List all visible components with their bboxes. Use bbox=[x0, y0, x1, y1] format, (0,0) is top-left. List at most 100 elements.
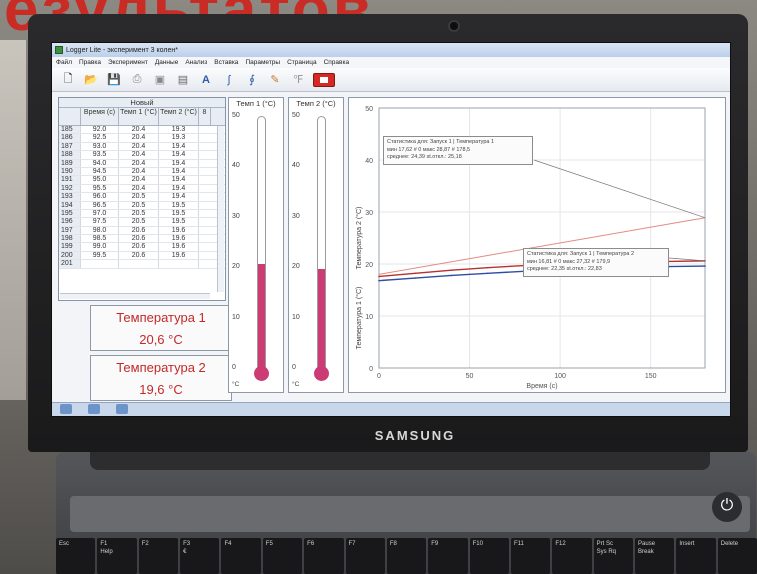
autoscale-icon[interactable]: A bbox=[198, 72, 214, 88]
table-header: Время (с) Темп 1 (°C) Темп 2 (°C) 8 bbox=[59, 108, 225, 126]
menu-file[interactable]: Файл bbox=[56, 59, 72, 66]
save-icon[interactable]: 💾 bbox=[106, 72, 122, 88]
table-cell: 20.5 bbox=[119, 193, 159, 201]
table-cell: 19.3 bbox=[159, 126, 199, 134]
table-cell: 94.5 bbox=[81, 167, 119, 176]
table-body: 185 92.0 20.4 19.3 186 92.5 20.4 19.3 187 93.0 20.… bbox=[59, 126, 225, 269]
table-cell: 96.0 bbox=[81, 193, 119, 201]
table-row[interactable]: 187 93.0 20.4 19.4 bbox=[59, 142, 225, 152]
table-cell: 19.4 bbox=[159, 193, 199, 201]
units-icon[interactable]: ℉ bbox=[290, 72, 306, 88]
table-row[interactable]: 196 97.5 20.5 19.5 bbox=[59, 218, 225, 227]
data-table[interactable]: Новый Время (с) Темп 1 (°C) Темп 2 (°C) … bbox=[58, 97, 226, 301]
table-vertical-scrollbar[interactable] bbox=[217, 126, 224, 292]
key-f6[interactable]: F6 bbox=[304, 538, 344, 574]
table-row[interactable]: 195 97.0 20.5 19.5 bbox=[59, 209, 225, 219]
table-cell: 185 bbox=[59, 126, 81, 134]
stats-box-temp2[interactable]: Статистика для: Запуск 1 | Температура 2… bbox=[523, 248, 669, 277]
key-f9[interactable]: F9 bbox=[428, 538, 468, 574]
data-point bbox=[450, 269, 453, 272]
table-cell: 97.0 bbox=[81, 209, 119, 218]
power-icon[interactable]: ⏻ bbox=[712, 492, 742, 522]
thermometer-tick-label: 20 bbox=[232, 263, 240, 271]
laptop-brand-logo: SAMSUNG bbox=[374, 428, 456, 443]
table-cell: 198 bbox=[59, 235, 81, 243]
key-f2[interactable]: F2 bbox=[138, 538, 179, 574]
table-row[interactable]: 194 96.5 20.5 19.5 bbox=[59, 201, 225, 210]
x-tick-label: 50 bbox=[466, 373, 474, 380]
stats1-line3: среднее: 24,39 st.откл.: 25,18 bbox=[387, 154, 462, 160]
menu-options[interactable]: Параметры bbox=[245, 59, 280, 66]
key-insert[interactable]: Insert bbox=[676, 538, 716, 574]
table-row[interactable]: 185 92.0 20.4 19.3 bbox=[59, 126, 225, 135]
table-row[interactable]: 199 99.0 20.6 19.6 bbox=[59, 243, 225, 252]
menu-analysis[interactable]: Анализ bbox=[185, 59, 207, 66]
thermometer-tick-label: 0 bbox=[292, 364, 296, 371]
table-row[interactable]: 200 99.5 20.6 19.6 bbox=[59, 251, 225, 261]
pencil-icon[interactable]: ✎ bbox=[267, 72, 283, 88]
table-row[interactable]: 191 95.0 20.4 19.4 bbox=[59, 176, 225, 185]
curve-fit-icon[interactable]: ∫ bbox=[221, 72, 237, 88]
open-folder-icon[interactable]: 📂 bbox=[83, 72, 99, 88]
title-bar: Logger Lite - эксперимент 3 колен* bbox=[52, 43, 730, 57]
laptop-hinge bbox=[90, 452, 710, 470]
key-esc[interactable]: Esc bbox=[56, 538, 96, 574]
menu-page[interactable]: Страница bbox=[287, 59, 316, 66]
x-axis-label: Время (с) bbox=[526, 383, 557, 390]
new-file-icon[interactable]: 🗋 bbox=[60, 72, 76, 88]
menu-edit[interactable]: Правка bbox=[79, 59, 101, 66]
print-icon[interactable]: ⎙ bbox=[129, 72, 145, 88]
key-f5[interactable]: F5 bbox=[262, 538, 303, 574]
page-setup-icon[interactable]: ▤ bbox=[175, 72, 191, 88]
stats1-line2: мин 17,62 # 0 макс 28,87 # 178,5 bbox=[387, 146, 471, 153]
menu-data[interactable]: Данные bbox=[155, 59, 178, 66]
menu-insert[interactable]: Вставка bbox=[214, 59, 238, 66]
key-delete[interactable]: Delete bbox=[717, 538, 757, 574]
column-header-time: Время (с) bbox=[81, 108, 119, 125]
key-prtsc[interactable]: Prt Sc Sys Rq bbox=[593, 538, 634, 574]
meter-temp1-value: 20,6 °C bbox=[139, 332, 183, 347]
menu-experiment[interactable]: Эксперимент bbox=[108, 59, 148, 66]
thermometer-tick-label: 50 bbox=[292, 112, 300, 119]
data-point bbox=[486, 272, 489, 275]
key-f1[interactable]: F1 Help bbox=[97, 538, 137, 574]
key-f8[interactable]: F8 bbox=[386, 538, 427, 574]
logger-lite-window: Logger Lite - эксперимент 3 колен* Файл … bbox=[51, 42, 731, 417]
table-cell: 20.4 bbox=[119, 142, 159, 151]
menu-help[interactable]: Справка bbox=[324, 59, 350, 66]
integral-icon[interactable]: ∮ bbox=[244, 72, 260, 88]
stop-collect-button[interactable] bbox=[313, 72, 335, 87]
table-cell: 93.5 bbox=[81, 151, 119, 159]
key-f3[interactable]: F3 € bbox=[180, 538, 220, 574]
thermometer-tick-label: 20 bbox=[292, 263, 300, 271]
taskbar-app-icon[interactable] bbox=[116, 404, 128, 414]
table-cell bbox=[81, 260, 119, 268]
table-row[interactable]: 197 98.0 20.6 19.6 bbox=[59, 226, 225, 236]
taskbar-explorer-icon[interactable] bbox=[88, 404, 100, 414]
table-horizontal-scrollbar[interactable] bbox=[60, 293, 210, 299]
x-tick-label: 0 bbox=[377, 373, 381, 380]
table-row[interactable]: 193 96.0 20.5 19.4 bbox=[59, 193, 225, 202]
stats-box-temp1[interactable]: Статистика для: Запуск 1 | Температура 1… bbox=[383, 136, 533, 165]
table-row[interactable]: 188 93.5 20.4 19.4 bbox=[59, 151, 225, 160]
table-row[interactable]: 186 92.5 20.4 19.3 bbox=[59, 134, 225, 143]
table-row[interactable]: 189 94.0 20.4 19.4 bbox=[59, 159, 225, 168]
table-cell: 193 bbox=[59, 193, 81, 201]
table-row[interactable]: 198 98.5 20.6 19.6 bbox=[59, 235, 225, 244]
key-pause[interactable]: Pause Break bbox=[635, 538, 675, 574]
stats1-line1: Статистика для: Запуск 1 | Температура 1 bbox=[387, 139, 495, 145]
key-f12[interactable]: F12 bbox=[552, 538, 592, 574]
table-row[interactable]: 190 94.5 20.4 19.4 bbox=[59, 167, 225, 177]
print-screen-icon[interactable]: ▣ bbox=[152, 72, 168, 88]
table-row[interactable]: 192 95.5 20.4 19.4 bbox=[59, 184, 225, 194]
temperature-graph[interactable]: 50 40 30 20 10 0 0 50 100 150 Температура 2 (°C) Те… bbox=[348, 97, 726, 393]
table-cell: 201 bbox=[59, 260, 81, 268]
key-f4[interactable]: F4 bbox=[221, 538, 261, 574]
taskbar-start-icon[interactable] bbox=[60, 404, 72, 414]
key-f10[interactable]: F10 bbox=[469, 538, 509, 574]
key-f7[interactable]: F7 bbox=[345, 538, 385, 574]
table-row[interactable]: 201 bbox=[59, 260, 225, 269]
thermometer-temp1-unit: °C bbox=[232, 381, 240, 388]
key-f11[interactable]: F11 bbox=[510, 538, 551, 574]
y-tick-label: 40 bbox=[365, 158, 373, 165]
